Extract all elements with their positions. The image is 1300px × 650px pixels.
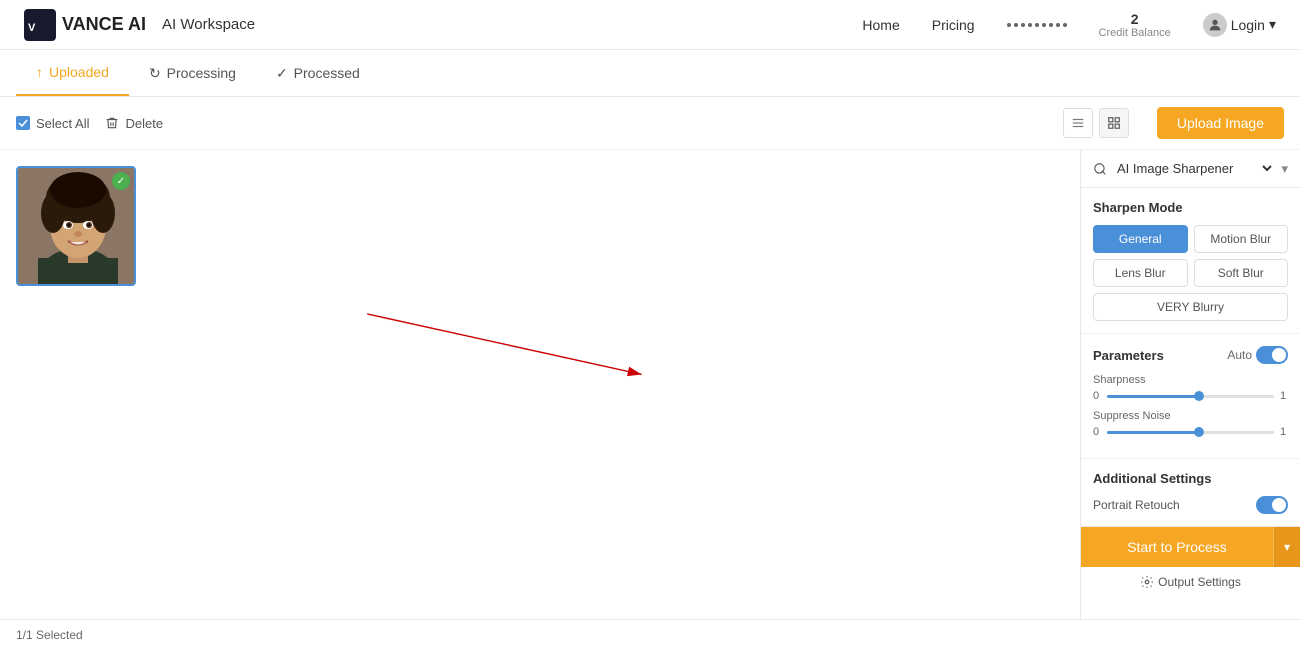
sharpness-max: 1 bbox=[1280, 390, 1288, 402]
suppress-noise-row: 0 1 bbox=[1093, 426, 1288, 438]
credit-amount: 2 bbox=[1131, 11, 1139, 27]
svg-text:V: V bbox=[28, 22, 36, 34]
chevron-icon: ▾ bbox=[1281, 161, 1288, 177]
tabs-bar: ↑ Uploaded ↻ Processing ✓ Processed bbox=[0, 50, 1300, 97]
process-btn-row: Start to Process ▾ bbox=[1081, 527, 1300, 567]
logo-icon: V bbox=[24, 9, 56, 41]
portrait-retouch-label: Portrait Retouch bbox=[1093, 498, 1180, 512]
image-count: 1/1 bbox=[16, 628, 33, 642]
logo-text: VANCE AI bbox=[62, 14, 146, 35]
auto-toggle-row: Auto bbox=[1227, 346, 1288, 364]
image-check-badge: ✓ bbox=[112, 172, 130, 190]
list-view-icon bbox=[1071, 116, 1085, 130]
sharpen-mode-section: Sharpen Mode General Motion Blur Lens Bl… bbox=[1081, 188, 1300, 334]
image-grid: ✓ bbox=[16, 166, 1064, 286]
mode-soft-blur[interactable]: Soft Blur bbox=[1194, 259, 1289, 287]
tool-selector[interactable]: AI Image Sharpener ▾ bbox=[1081, 150, 1300, 188]
start-process-button[interactable]: Start to Process bbox=[1081, 527, 1273, 567]
portrait-retouch-toggle[interactable] bbox=[1256, 496, 1288, 514]
credit-section: 2 Credit Balance bbox=[1099, 11, 1171, 39]
sharpness-slider[interactable] bbox=[1107, 395, 1274, 398]
parameters-section: Parameters Auto Sharpness 0 1 bbox=[1081, 334, 1300, 459]
login-label: Login bbox=[1231, 17, 1265, 33]
grid-view-icon bbox=[1107, 116, 1121, 130]
image-area: ✓ bbox=[0, 150, 1080, 619]
nav-home[interactable]: Home bbox=[862, 17, 899, 33]
sharpness-min: 0 bbox=[1093, 390, 1101, 402]
additional-settings-section: Additional Settings Portrait Retouch bbox=[1081, 459, 1300, 526]
chevron-down-icon: ▾ bbox=[1269, 16, 1276, 33]
toolbar: Select All Delete Upload Image bbox=[0, 97, 1300, 150]
upload-tab-icon: ↑ bbox=[36, 64, 43, 80]
list-view-button[interactable] bbox=[1063, 108, 1093, 138]
trash-icon bbox=[105, 116, 119, 130]
image-item[interactable]: ✓ bbox=[16, 166, 136, 286]
mode-general[interactable]: General bbox=[1093, 225, 1188, 253]
sharpness-param: Sharpness 0 1 bbox=[1093, 374, 1288, 402]
auto-toggle[interactable] bbox=[1256, 346, 1288, 364]
auto-label: Auto bbox=[1227, 348, 1252, 362]
workspace-label: AI Workspace bbox=[162, 16, 255, 33]
login-button[interactable]: Login ▾ bbox=[1203, 13, 1276, 37]
sharpen-mode-title: Sharpen Mode bbox=[1093, 200, 1288, 215]
grid-view-button[interactable] bbox=[1099, 108, 1129, 138]
mode-lens-blur[interactable]: Lens Blur bbox=[1093, 259, 1188, 287]
header-nav: Home Pricing 2 Credit Balance Login ▾ bbox=[862, 11, 1276, 39]
sharpness-label: Sharpness bbox=[1093, 374, 1288, 386]
processed-tab-icon: ✓ bbox=[276, 65, 288, 82]
suppress-noise-slider[interactable] bbox=[1107, 431, 1274, 434]
params-header: Parameters Auto bbox=[1093, 346, 1288, 364]
header: V VANCE AI AI Workspace Home Pricing 2 C… bbox=[0, 0, 1300, 50]
user-icon bbox=[1203, 13, 1227, 37]
output-settings-icon bbox=[1140, 575, 1154, 589]
delete-button[interactable]: Delete bbox=[105, 116, 163, 131]
selected-label: Selected bbox=[36, 628, 83, 642]
logo: V VANCE AI bbox=[24, 9, 146, 41]
credit-label: Credit Balance bbox=[1099, 27, 1171, 39]
output-settings-button[interactable]: Output Settings bbox=[1081, 567, 1300, 597]
output-settings-label: Output Settings bbox=[1158, 575, 1241, 589]
delete-label: Delete bbox=[125, 116, 163, 131]
select-all-button[interactable]: Select All bbox=[16, 116, 89, 131]
tab-uploaded[interactable]: ↑ Uploaded bbox=[16, 50, 129, 96]
view-toggles bbox=[1063, 108, 1129, 138]
additional-settings-title: Additional Settings bbox=[1093, 471, 1288, 486]
suppress-noise-param: Suppress Noise 0 1 bbox=[1093, 410, 1288, 438]
portrait-retouch-row: Portrait Retouch bbox=[1093, 496, 1288, 514]
tab-processed[interactable]: ✓ Processed bbox=[256, 51, 380, 96]
suppress-noise-max: 1 bbox=[1280, 426, 1288, 438]
params-title: Parameters bbox=[1093, 348, 1164, 363]
tab-uploaded-label: Uploaded bbox=[49, 64, 109, 80]
mode-grid: General Motion Blur Lens Blur Soft Blur … bbox=[1093, 225, 1288, 321]
right-panel: AI Image Sharpener ▾ Sharpen Mode Genera… bbox=[1080, 150, 1300, 619]
processing-tab-icon: ↻ bbox=[149, 65, 161, 82]
mode-very-blurry[interactable]: VERY Blurry bbox=[1093, 293, 1288, 321]
tool-dropdown[interactable]: AI Image Sharpener bbox=[1113, 160, 1275, 177]
upload-image-button[interactable]: Upload Image bbox=[1157, 107, 1284, 139]
suppress-noise-min: 0 bbox=[1093, 426, 1101, 438]
process-section: Start to Process ▾ Output Settings bbox=[1081, 526, 1300, 597]
arrow-overlay bbox=[130, 300, 930, 500]
tool-icon bbox=[1093, 162, 1107, 176]
status-bar: 1/1 Selected bbox=[0, 619, 1300, 650]
tab-processing[interactable]: ↻ Processing bbox=[129, 51, 256, 96]
sharpness-row: 0 1 bbox=[1093, 390, 1288, 402]
select-all-label: Select All bbox=[36, 116, 89, 131]
select-all-checkbox bbox=[16, 116, 30, 130]
tab-processing-label: Processing bbox=[167, 65, 236, 81]
nav-pricing[interactable]: Pricing bbox=[932, 17, 975, 33]
suppress-noise-label: Suppress Noise bbox=[1093, 410, 1288, 422]
process-dropdown-button[interactable]: ▾ bbox=[1273, 527, 1300, 567]
main-layout: ✓ AI Image Sharpener ▾ Sharpen Mode bbox=[0, 150, 1300, 619]
apps-icon[interactable] bbox=[1007, 23, 1067, 27]
mode-motion-blur[interactable]: Motion Blur bbox=[1194, 225, 1289, 253]
tab-processed-label: Processed bbox=[294, 65, 360, 81]
